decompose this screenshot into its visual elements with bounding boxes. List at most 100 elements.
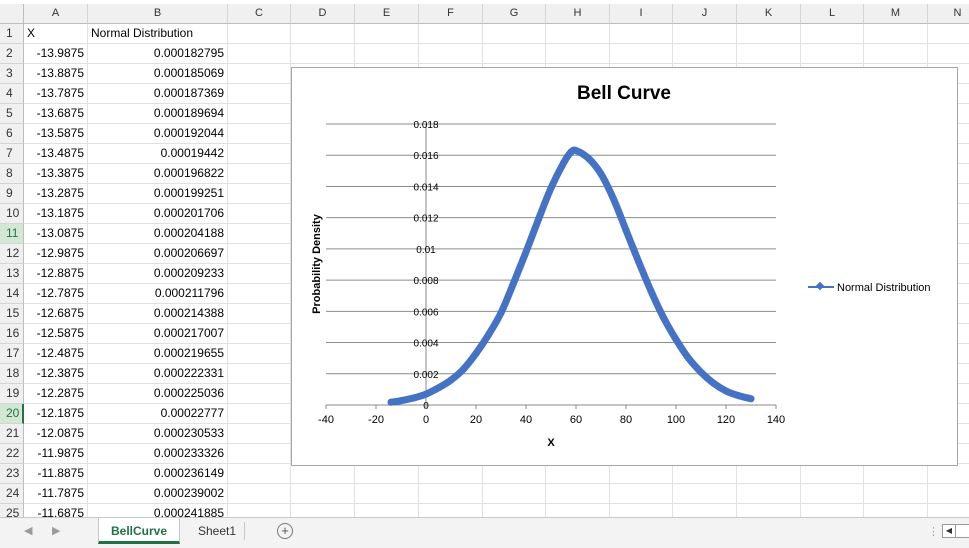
cell-normal-distribution-value[interactable]: 0.000196822 <box>88 164 228 184</box>
cell-empty[interactable] <box>673 504 737 517</box>
data-point[interactable] <box>722 387 730 395</box>
cell-x-value[interactable]: -12.8875 <box>24 264 88 284</box>
data-point[interactable] <box>597 170 605 178</box>
cell-x-value[interactable]: -13.7875 <box>24 84 88 104</box>
cell-empty[interactable] <box>483 44 546 64</box>
cell-empty[interactable] <box>737 24 801 44</box>
cell-empty[interactable] <box>228 444 291 464</box>
cell-normal-distribution-value[interactable]: 0.000211796 <box>88 284 228 304</box>
row-header-25[interactable]: 25 <box>0 504 24 517</box>
cell-x-value[interactable]: -13.6875 <box>24 104 88 124</box>
cell-normal-distribution-value[interactable]: 0.000236149 <box>88 464 228 484</box>
data-point[interactable] <box>610 195 617 203</box>
cell-empty[interactable] <box>228 64 291 84</box>
cell-empty[interactable] <box>228 484 291 504</box>
cell-empty[interactable] <box>355 484 419 504</box>
cell-x-value[interactable]: -12.7875 <box>24 284 88 304</box>
cell-normal-distribution-value[interactable]: 0.000222331 <box>88 364 228 384</box>
cell-empty[interactable] <box>673 44 737 64</box>
cell-x-value[interactable]: -12.4875 <box>24 344 88 364</box>
cell-normal-distribution-value[interactable]: 0.000219655 <box>88 344 228 364</box>
column-header-c[interactable]: C <box>228 4 291 24</box>
row-header-19[interactable]: 19 <box>0 384 24 404</box>
column-header-a[interactable]: A <box>24 4 88 24</box>
cell-empty[interactable] <box>228 244 291 264</box>
data-point[interactable] <box>685 354 692 362</box>
cell-empty[interactable] <box>291 504 355 517</box>
row-header-15[interactable]: 15 <box>0 304 24 324</box>
row-header-11[interactable]: 11 <box>0 224 24 244</box>
cell-normal-distribution-value[interactable]: 0.000225036 <box>88 384 228 404</box>
cell-x-value[interactable]: -13.0875 <box>24 224 88 244</box>
data-point[interactable] <box>585 154 592 162</box>
cell-empty[interactable] <box>928 504 969 517</box>
cell-normal-distribution-value[interactable]: 0.000239002 <box>88 484 228 504</box>
cell-empty[interactable] <box>355 504 419 517</box>
cell-empty[interactable] <box>737 504 801 517</box>
cell-normal-distribution-value[interactable]: 0.000214388 <box>88 304 228 324</box>
cell-empty[interactable] <box>228 24 291 44</box>
data-point[interactable] <box>660 314 667 322</box>
data-point[interactable] <box>460 365 467 373</box>
column-header-b[interactable]: B <box>88 4 228 24</box>
data-point[interactable] <box>497 309 505 317</box>
cell-normal-distribution-value[interactable]: 0.00019442 <box>88 144 228 164</box>
data-point[interactable] <box>635 257 642 265</box>
row-header-1[interactable]: 1 <box>0 24 24 44</box>
cell-empty[interactable] <box>228 44 291 64</box>
cell-empty[interactable] <box>546 24 610 44</box>
cell-normal-distribution-value[interactable]: 0.000206697 <box>88 244 228 264</box>
data-point[interactable] <box>735 392 742 400</box>
cell-empty[interactable] <box>419 24 483 44</box>
row-header-9[interactable]: 9 <box>0 184 24 204</box>
cell-empty[interactable] <box>546 44 610 64</box>
cell-x-value[interactable]: -13.1875 <box>24 204 88 224</box>
cell-x-value[interactable]: -12.9875 <box>24 244 88 264</box>
cell-empty[interactable] <box>737 44 801 64</box>
row-header-5[interactable]: 5 <box>0 104 24 124</box>
cell-x-value[interactable]: -13.9875 <box>24 44 88 64</box>
cell-empty[interactable] <box>419 504 483 517</box>
select-all-corner[interactable] <box>0 4 24 24</box>
cell-normal-distribution-value[interactable]: 0.000182795 <box>88 44 228 64</box>
cell-empty[interactable] <box>801 44 864 64</box>
cell-empty[interactable] <box>419 44 483 64</box>
cell-x-value[interactable]: -11.7875 <box>24 484 88 504</box>
column-header-j[interactable]: J <box>673 4 737 24</box>
data-point[interactable] <box>435 384 442 392</box>
cell-empty[interactable] <box>228 124 291 144</box>
data-point[interactable] <box>410 394 417 402</box>
row-header-22[interactable]: 22 <box>0 444 24 464</box>
cell-empty[interactable] <box>801 484 864 504</box>
cell-normal-distribution-value[interactable]: 0.000189694 <box>88 104 228 124</box>
cell-normal-distribution-value[interactable]: 0.000192044 <box>88 124 228 144</box>
column-header-k[interactable]: K <box>737 4 801 24</box>
cell-x-value[interactable]: -12.2875 <box>24 384 88 404</box>
tab-split-handle-icon[interactable]: ⋮ <box>928 525 939 538</box>
column-header-m[interactable]: M <box>864 4 928 24</box>
data-point[interactable] <box>622 226 630 234</box>
cell-empty[interactable] <box>291 44 355 64</box>
data-point[interactable] <box>710 379 717 387</box>
cell-empty[interactable] <box>546 484 610 504</box>
cell-empty[interactable] <box>228 364 291 384</box>
column-header-h[interactable]: H <box>546 4 610 24</box>
cell-normal-distribution-value[interactable]: 0.000241885 <box>88 504 228 517</box>
cell-x-value[interactable]: -13.4875 <box>24 144 88 164</box>
cell-normal-distribution-value[interactable]: 0.000185069 <box>88 64 228 84</box>
cell-empty[interactable] <box>355 24 419 44</box>
cell-x-value[interactable]: -12.3875 <box>24 364 88 384</box>
cell-empty[interactable] <box>291 484 355 504</box>
scroll-tabs-right-icon[interactable]: ▶ <box>52 524 60 537</box>
cell-x-value[interactable]: -13.5875 <box>24 124 88 144</box>
cell-empty[interactable] <box>228 324 291 344</box>
cell-empty[interactable] <box>228 264 291 284</box>
cell-normal-distribution-value[interactable]: 0.000187369 <box>88 84 228 104</box>
cell-empty[interactable] <box>610 484 673 504</box>
cell-empty[interactable] <box>928 44 969 64</box>
data-point[interactable] <box>422 390 430 398</box>
data-point[interactable] <box>647 287 655 295</box>
data-point[interactable] <box>522 248 530 256</box>
cell-x-value[interactable]: -13.2875 <box>24 184 88 204</box>
column-header-d[interactable]: D <box>291 4 355 24</box>
